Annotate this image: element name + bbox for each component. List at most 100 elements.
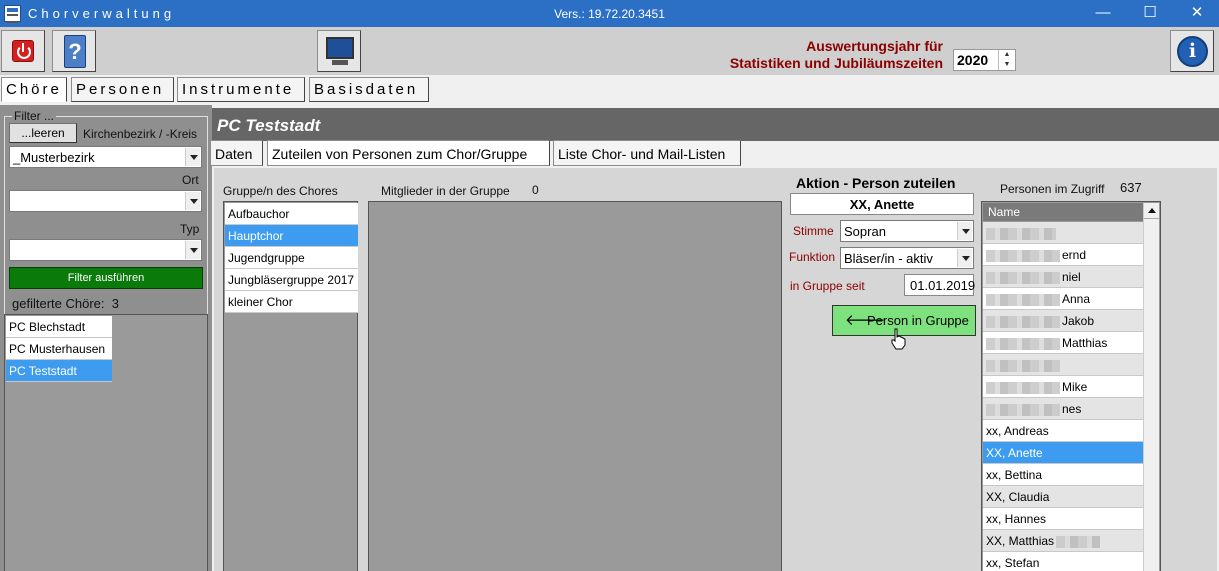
list-item-choir[interactable]: PC Musterhausen [6, 338, 112, 360]
redacted-name [986, 403, 1060, 416]
list-item-group-selected[interactable]: Hauptchor [225, 225, 358, 247]
tab-daten[interactable]: Daten [210, 140, 263, 166]
tab-personen[interactable]: Personen [71, 77, 174, 102]
maximize-button[interactable]: ☐ [1127, 0, 1173, 27]
list-item-person[interactable]: XX, Claudia [983, 486, 1145, 508]
redacted-name [986, 227, 1056, 240]
person-name: nes [1062, 402, 1082, 416]
tab-choere[interactable]: Chöre [1, 77, 67, 102]
stimme-label: Stimme [793, 224, 834, 238]
close-window-button[interactable]: ✕ [1174, 0, 1219, 27]
list-item-person[interactable]: xx, Andreas [983, 420, 1145, 442]
person-name: Mike [1062, 380, 1088, 394]
list-item-person[interactable]: niel [983, 266, 1145, 288]
persons-label: Personen im Zugriff [1000, 182, 1105, 196]
spinner-arrows[interactable]: ▲ ▼ [998, 50, 1015, 70]
list-item-group[interactable]: Jugendgruppe [225, 247, 358, 269]
member-list[interactable] [368, 201, 782, 571]
person-name: XX, Matthias [986, 534, 1055, 548]
filter-legend: Filter ... [12, 109, 57, 123]
person-name: xx, Hannes [986, 512, 1047, 526]
group-list[interactable]: Aufbauchor Hauptchor Jugendgruppe Jungbl… [223, 201, 358, 571]
district-select[interactable]: _Musterbezirk [9, 146, 202, 168]
run-filter-button[interactable]: Filter ausführen [9, 267, 203, 289]
chevron-down-icon[interactable] [957, 222, 972, 240]
evaluation-year-spinner[interactable]: 2020 ▲ ▼ [953, 49, 1016, 71]
person-name: niel [1062, 270, 1081, 284]
hand-cursor-icon [891, 328, 906, 350]
person-name: XX, Anette [986, 446, 1043, 460]
person-name: Anna [1062, 292, 1091, 306]
funktion-value: Bläser/in - aktiv [844, 251, 933, 266]
person-list[interactable]: Name ernd niel Anna Jakob Matthias Mike nes xx,… [981, 201, 1161, 571]
list-item-person[interactable]: Anna [983, 288, 1145, 310]
list-item-group[interactable]: Jungbläsergruppe 2017 [225, 269, 358, 291]
tab-basisdaten[interactable]: Basisdaten [309, 77, 429, 102]
help-book-icon: ? [64, 35, 86, 68]
monitor-icon [326, 37, 354, 59]
filter-panel: Filter ... ...leeren Kirchenbezirk / -Kr… [0, 105, 212, 571]
main-tabs: Chöre Personen Instrumente Basisdaten [0, 75, 1219, 105]
spin-down-icon[interactable]: ▼ [999, 60, 1015, 70]
tab-instrumente[interactable]: Instrumente [177, 77, 305, 102]
person-name: xx, Stefan [986, 556, 1040, 570]
clear-filter-button[interactable]: ...leeren [9, 123, 77, 143]
person-name: Jakob [1062, 314, 1095, 328]
chevron-down-icon[interactable] [185, 192, 200, 210]
minimize-button[interactable]: — [1080, 0, 1126, 27]
redacted-name [986, 359, 1060, 372]
list-item-choir-selected[interactable]: PC Teststadt [6, 360, 112, 382]
ort-select[interactable] [9, 190, 202, 212]
filtered-count-value: 3 [111, 296, 119, 311]
tab-mail-lists[interactable]: Liste Chor- und Mail-Listen [553, 140, 741, 166]
evaluation-year-value: 2020 [957, 52, 989, 68]
title-bar: Chorverwaltung Vers.: 19.72.20.3451 — ☐ … [0, 0, 1219, 27]
list-item-person[interactable]: Matthias [983, 332, 1145, 354]
choir-detail-panel: PC Teststadt Daten Zuteilen von Personen… [210, 105, 1219, 571]
list-item-group[interactable]: Aufbauchor [225, 203, 358, 225]
groups-label: Gruppe/n des Chores [223, 184, 338, 198]
persons-count: 637 [1120, 180, 1142, 195]
info-button[interactable]: i [1170, 30, 1214, 72]
list-item-group[interactable]: kleiner Chor [225, 291, 358, 313]
list-item-person[interactable]: XX, Matthias [983, 530, 1145, 552]
list-item-person[interactable]: nes [983, 398, 1145, 420]
version-label: Vers.: 19.72.20.3451 [554, 7, 665, 21]
redacted-name [1056, 535, 1101, 548]
arrow-left-icon: 🡐 [845, 312, 886, 329]
list-item-person[interactable]: Jakob [983, 310, 1145, 332]
funktion-select[interactable]: Bläser/in - aktiv [840, 247, 974, 269]
list-item-person[interactable]: Mike [983, 376, 1145, 398]
chevron-down-icon[interactable] [185, 241, 200, 259]
person-list-header[interactable]: Name [983, 203, 1145, 221]
spin-up-icon[interactable]: ▲ [999, 50, 1015, 60]
list-item-person[interactable]: xx, Stefan [983, 552, 1145, 571]
since-label: in Gruppe seit [790, 279, 865, 293]
list-item-person-selected[interactable]: XX, Anette [983, 442, 1145, 464]
since-date-input[interactable]: 01.01.2019 [904, 274, 975, 296]
power-icon [12, 40, 34, 62]
scroll-up-icon[interactable] [1144, 203, 1159, 219]
list-item-person[interactable] [983, 222, 1145, 244]
chevron-down-icon[interactable] [185, 148, 200, 166]
toolbar: ? Auswertungsjahr für Statistiken und Ju… [0, 27, 1219, 75]
exit-button[interactable] [1, 30, 45, 72]
list-item-person[interactable]: xx, Bettina [983, 464, 1145, 486]
list-item-person[interactable] [983, 354, 1145, 376]
person-list-scrollbar[interactable] [1143, 203, 1159, 571]
tab-assign-persons[interactable]: Zuteilen von Personen zum Chor/Gruppe [267, 140, 550, 166]
redacted-name [986, 315, 1060, 328]
stimme-select[interactable]: Sopran [840, 220, 974, 242]
chevron-down-icon[interactable] [957, 249, 972, 267]
typ-select[interactable] [9, 239, 202, 261]
choir-title: PC Teststadt [212, 108, 1219, 141]
choir-list[interactable]: PC Blechstadt PC Musterhausen PC Teststa… [4, 314, 208, 571]
list-item-person[interactable]: xx, Hannes [983, 508, 1145, 530]
person-name: xx, Bettina [986, 468, 1043, 482]
redacted-name [986, 293, 1060, 306]
evaluation-year-label-line1: Auswertungsjahr für [806, 38, 943, 54]
list-item-person[interactable]: ernd [983, 244, 1145, 266]
screen-button[interactable] [317, 30, 361, 72]
list-item-choir[interactable]: PC Blechstadt [6, 316, 112, 338]
help-button[interactable]: ? [52, 30, 96, 72]
